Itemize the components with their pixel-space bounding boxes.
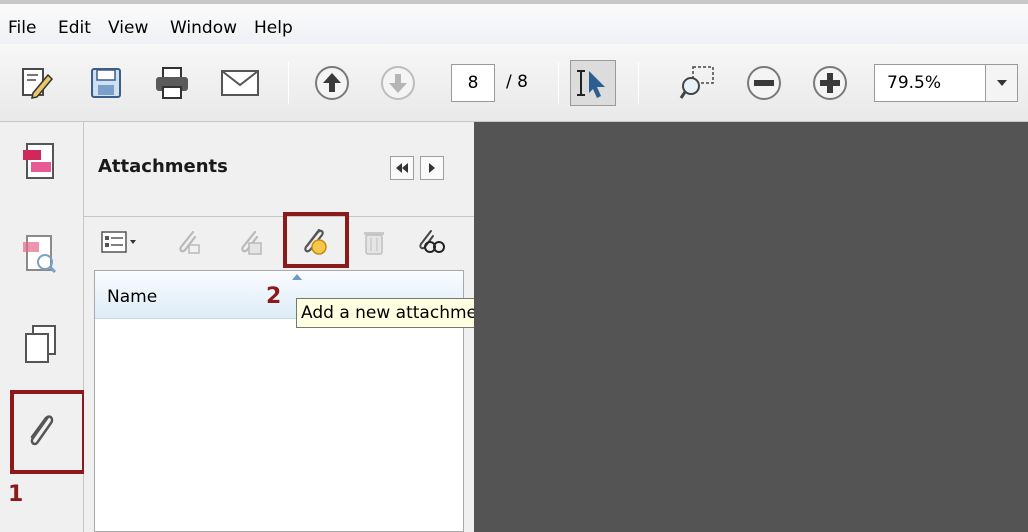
save-icon[interactable] xyxy=(84,62,128,104)
edit-document-icon[interactable] xyxy=(14,62,58,104)
search-attachments-icon[interactable] xyxy=(412,220,448,264)
save-attachment-icon[interactable] xyxy=(232,220,268,264)
menu-edit[interactable]: Edit xyxy=(58,18,91,38)
step2-highlight xyxy=(283,212,349,268)
toolbar-separator xyxy=(288,62,289,104)
page-number-input[interactable]: 8 xyxy=(451,64,495,102)
page-total: / 8 xyxy=(506,72,528,92)
open-attachment-icon[interactable] xyxy=(170,220,206,264)
document-area[interactable] xyxy=(474,122,1028,532)
zoom-level-input[interactable]: 79.5% xyxy=(874,64,986,102)
chevron-down-icon[interactable] xyxy=(986,64,1018,102)
options-menu-icon[interactable] xyxy=(98,220,148,264)
toolbar: 8 / 8 79.5% xyxy=(0,44,1028,122)
step1-label: 1 xyxy=(8,482,24,507)
menu-help[interactable]: Help xyxy=(254,18,293,38)
menu-file[interactable]: File xyxy=(8,18,36,38)
column-name-header[interactable]: Name xyxy=(107,287,157,307)
marquee-zoom-icon[interactable] xyxy=(676,62,720,104)
pages-icon[interactable] xyxy=(12,132,70,192)
delete-icon[interactable] xyxy=(356,220,392,264)
panel-title: Attachments xyxy=(98,156,228,177)
zoom-in-icon[interactable] xyxy=(808,62,852,104)
menu-window[interactable]: Window xyxy=(170,18,237,38)
toolbar-separator xyxy=(638,62,639,104)
tooltip: Add a new attachment xyxy=(296,298,500,328)
zoom-out-icon[interactable] xyxy=(742,62,786,104)
sort-indicator-icon xyxy=(292,274,302,280)
print-icon[interactable] xyxy=(150,62,194,104)
panel-divider xyxy=(84,216,474,217)
menu-view[interactable]: View xyxy=(108,18,148,38)
signatures-icon[interactable] xyxy=(12,224,70,284)
email-icon[interactable] xyxy=(216,62,264,104)
expand-panel-icon[interactable] xyxy=(420,156,444,180)
next-page-icon[interactable] xyxy=(376,62,420,104)
step2-label: 2 xyxy=(266,284,282,309)
select-tool-icon[interactable] xyxy=(570,60,616,106)
toolbar-separator xyxy=(558,62,559,104)
step1-highlight xyxy=(10,390,86,474)
previous-page-icon[interactable] xyxy=(310,62,354,104)
menu-bar: File Edit View Window Help xyxy=(0,0,1028,44)
collapse-panel-icon[interactable] xyxy=(390,156,414,180)
layers-icon[interactable] xyxy=(12,314,70,374)
